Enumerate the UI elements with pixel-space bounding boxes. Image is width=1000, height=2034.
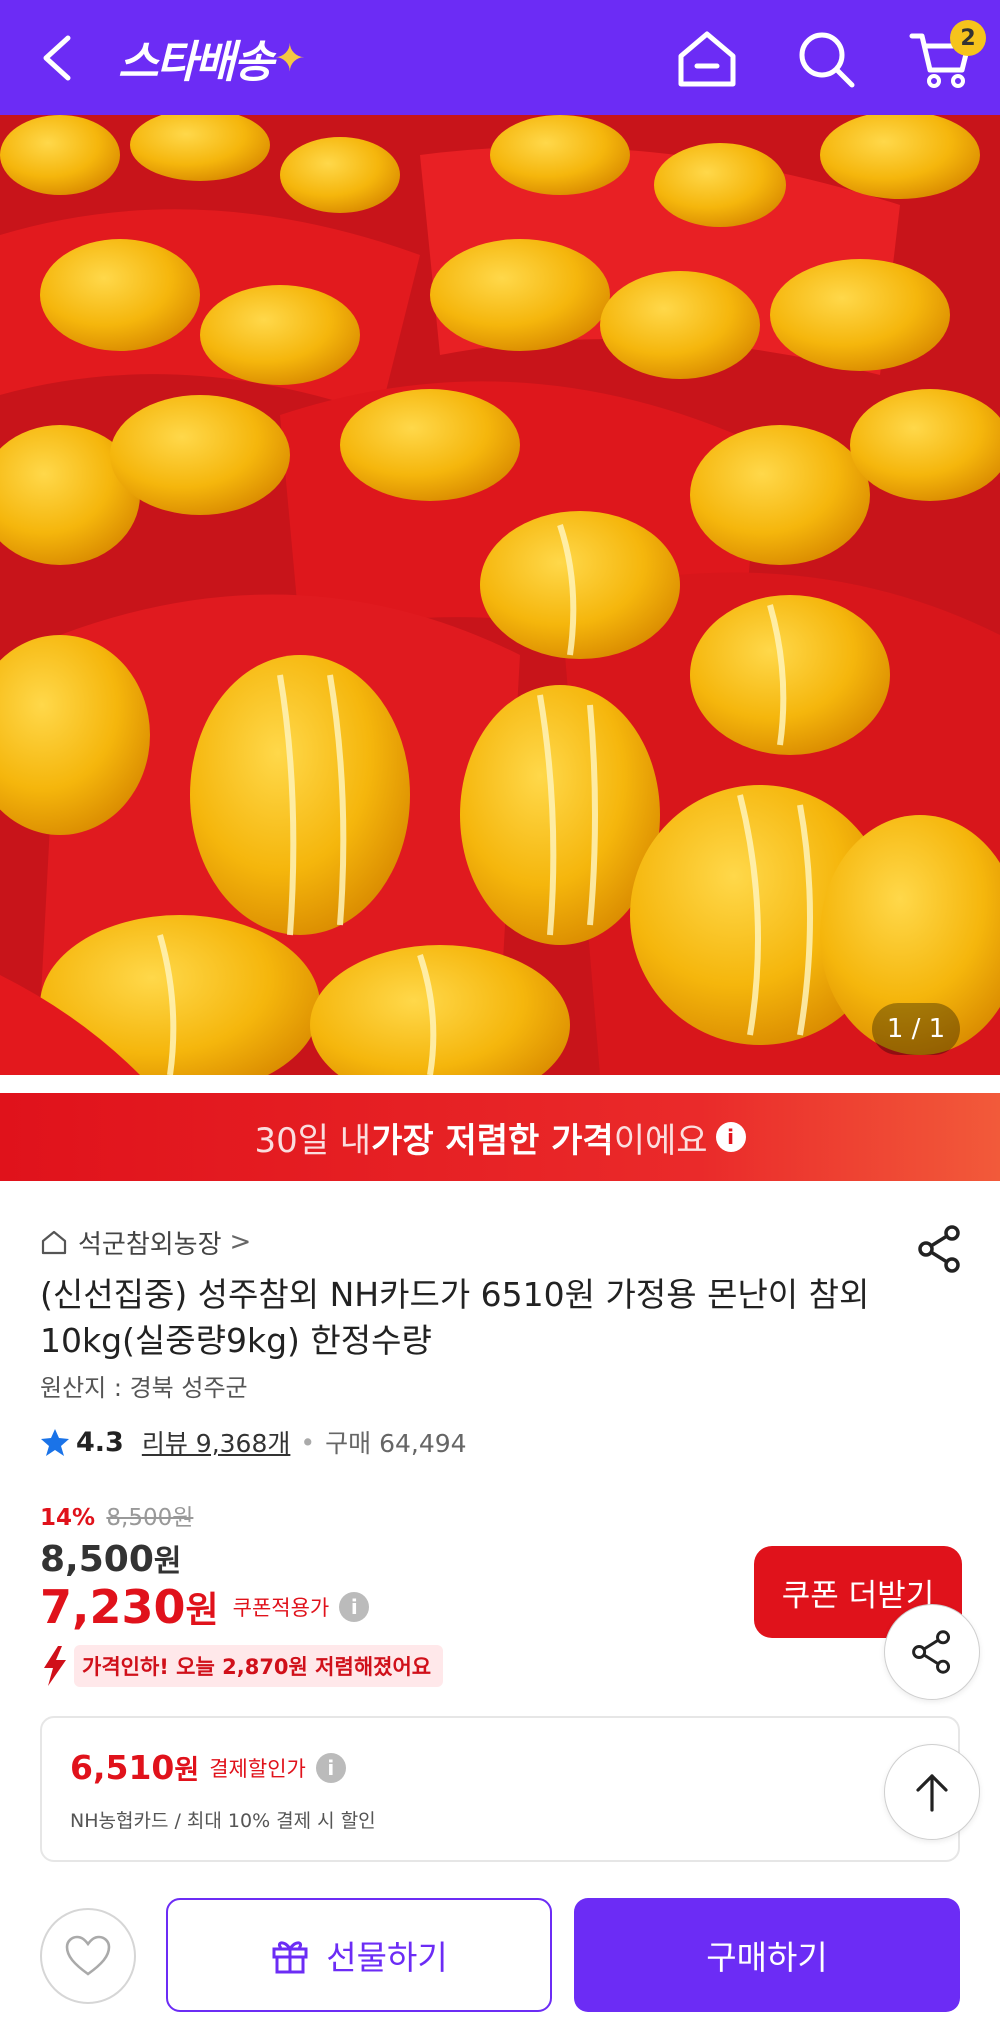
coupon-price-amount: 7,230 [40, 1580, 186, 1634]
chevron-right-icon: > [229, 1227, 252, 1257]
payment-price-label: 결제할인가 [209, 1756, 306, 1781]
original-price: 8,500원 [106, 1505, 194, 1531]
store-home-icon [41, 1230, 67, 1255]
logo-spark-icon: ✦ [273, 36, 306, 80]
logo-text: 스타배송 [118, 37, 274, 88]
image-counter: 1 / 1 [872, 1003, 960, 1055]
banner-suffix: 이에요 [613, 1120, 708, 1161]
melon-basket-photo [0, 115, 1000, 1075]
sale-price-amount: 8,500 [40, 1539, 154, 1580]
home-icon[interactable] [675, 28, 739, 90]
buy-button[interactable]: 구매하기 [574, 1898, 960, 2012]
floating-share-button[interactable] [884, 1604, 980, 1700]
share-icon [912, 1630, 951, 1674]
payment-price-amount: 6,510 [70, 1748, 175, 1787]
heart-icon [65, 1935, 111, 1976]
info-icon[interactable]: i [339, 1592, 370, 1622]
info-icon[interactable]: i [715, 1122, 746, 1152]
banner-prefix: 30일 내 [254, 1120, 372, 1161]
gift-button-label: 선물하기 [326, 1938, 448, 1977]
payment-price-row: 6,510 원 결제할인가 i [70, 1748, 346, 1787]
search-icon[interactable] [795, 28, 857, 90]
coupon-price-row: 7,230 원 쿠폰적용가 i [40, 1580, 370, 1634]
buy-button-label: 구매하기 [706, 1938, 828, 1977]
separator-dot: • [300, 1427, 316, 1457]
share-icon[interactable] [916, 1224, 964, 1274]
scroll-to-top-button[interactable] [884, 1744, 980, 1840]
sale-price: 8,500원 [40, 1536, 181, 1580]
review-link[interactable]: 리뷰 9,368개 [142, 1424, 291, 1460]
back-arrow-icon[interactable] [36, 30, 80, 86]
coupon-price-label: 쿠폰적용가 [232, 1596, 330, 1620]
app-logo[interactable]: 스타배송 ✦ [118, 30, 306, 88]
sale-price-unit: 원 [153, 1544, 182, 1579]
product-title: (신선집중) 성주참외 NH카드가 6510원 가정용 몬난이 참외10kg(실… [40, 1275, 870, 1360]
store-link[interactable]: 석군참외농장 > [40, 1222, 251, 1262]
info-icon[interactable]: i [315, 1752, 346, 1783]
scroll-top-icon [916, 1774, 948, 1812]
wishlist-button[interactable] [40, 1908, 136, 2004]
cart-count-badge: 2 [950, 20, 986, 56]
app-header: 스타배송 ✦ 2 [0, 0, 1000, 115]
star-icon [41, 1429, 69, 1456]
price-drop-notice: 가격인하! 오늘 2,870원 저렴해졌어요 [40, 1645, 444, 1687]
payment-detail: NH농협카드 / 최대 10% 결제 시 할인 [70, 1810, 376, 1832]
store-name: 석군참외농장 [78, 1229, 222, 1260]
gift-icon [272, 1941, 308, 1974]
payment-discount-box: 6,510 원 결제할인가 i NH농협카드 / 최대 10% 결제 시 할인 [40, 1716, 960, 1862]
price-drop-text: 가격인하! 오늘 2,870원 저렴해졌어요 [74, 1645, 444, 1687]
discount-row: 14% 8,500원 [40, 1498, 193, 1532]
payment-price-unit: 원 [174, 1755, 200, 1786]
discount-percent: 14% [40, 1505, 96, 1531]
lowest-price-banner[interactable]: 30일 내 가장 저렴한 가격 이에요 i [0, 1093, 1000, 1181]
rating-score: 4.3 [76, 1426, 124, 1458]
purchase-count: 구매 64,494 [325, 1429, 467, 1458]
product-origin: 원산지 : 경북 성주군 [40, 1374, 248, 1402]
coupon-price-unit: 원 [185, 1590, 219, 1631]
rating-row: 4.3 리뷰 9,368개 • 구매 64,494 [40, 1422, 467, 1462]
banner-strong: 가장 저렴한 가격 [371, 1120, 614, 1161]
price-drop-icon [44, 1646, 66, 1686]
gift-button[interactable]: 선물하기 [166, 1898, 552, 2012]
product-image[interactable]: 1 / 1 [0, 115, 1000, 1075]
